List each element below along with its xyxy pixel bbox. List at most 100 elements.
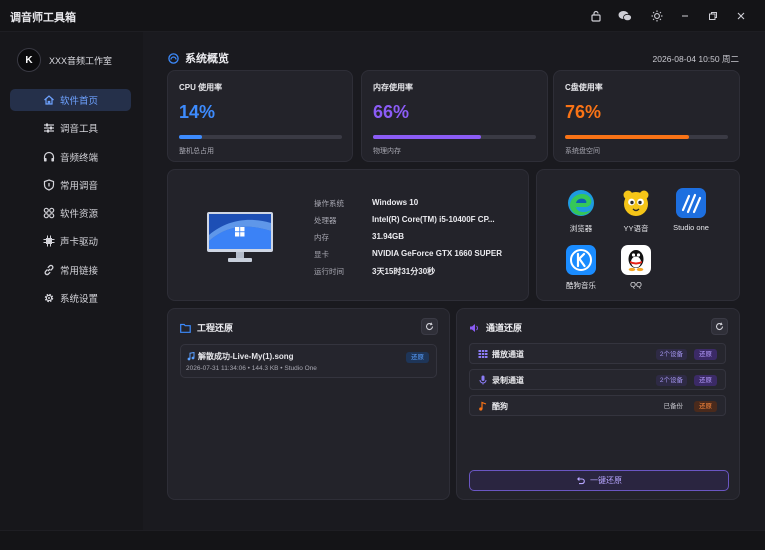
edge-browser-icon [566, 188, 596, 218]
cpu-progress-fill [179, 135, 202, 139]
app-yy-voice[interactable]: YY语音 [606, 188, 666, 234]
monitor-illustration [207, 212, 273, 262]
restore-all-label: 一键还原 [590, 476, 622, 485]
app-qq[interactable]: QQ [606, 245, 666, 289]
disk-progress-fill [565, 135, 689, 139]
sidebar-item-tuning-tools[interactable]: 调音工具 [10, 117, 131, 139]
yy-voice-icon [621, 188, 651, 218]
channel-row-recording[interactable]: 录制通道 2个设备 还原 [469, 369, 726, 390]
channel-backup-badge: 已备份 [663, 403, 684, 410]
minimize-icon[interactable] [676, 7, 694, 25]
panel-title-text: 通道还原 [486, 323, 523, 333]
disk-progress-bar [565, 135, 728, 139]
sidebar: K XXX音频工作室 软件首页 调音工具 音频终端 常用调音 软件资源 声卡驱动… [0, 32, 143, 530]
undo-icon [576, 477, 585, 485]
sidebar-nav: 软件首页 调音工具 音频终端 常用调音 软件资源 声卡驱动 常用链接 系统设置 [10, 89, 131, 315]
project-file-row[interactable]: 解散成功-Live-My(1).song 2026-07-31 11:34:06… [180, 344, 437, 378]
stat-label: 内存使用率 [373, 83, 413, 92]
close-icon[interactable] [732, 7, 750, 25]
sidebar-item-software-resources[interactable]: 软件资源 [10, 202, 131, 224]
studio-one-icon [676, 188, 706, 218]
channel-restore-title: 通道还原 [469, 321, 522, 334]
sidebar-item-common-tuning[interactable]: 常用调音 [10, 174, 131, 196]
project-refresh-button[interactable] [421, 318, 438, 335]
channel-name: 播放通道 [492, 350, 524, 359]
spec-key: 显卡 [314, 250, 329, 259]
stat-subtitle: 系统盘空间 [565, 148, 600, 155]
link-icon [44, 264, 54, 275]
sidebar-item-home[interactable]: 软件首页 [10, 89, 131, 111]
channel-row-kugou[interactable]: 酷狗 已备份 还原 [469, 395, 726, 416]
grid-icon [43, 207, 55, 219]
spec-key: 操作系统 [314, 199, 344, 208]
stat-subtitle: 物理内存 [373, 148, 401, 155]
shield-icon [43, 179, 55, 191]
project-restore-title: 工程还原 [180, 321, 233, 334]
stat-value: 76% [565, 102, 602, 122]
sidebar-item-sound-card-driver[interactable]: 声卡驱动 [10, 230, 131, 252]
brand: K XXX音频工作室 [17, 48, 112, 72]
channel-name: 录制通道 [492, 376, 524, 385]
cpu-usage-card: CPU 使用率 14% 整机总占用 [167, 70, 353, 162]
kugou-icon [566, 245, 596, 275]
project-restore-panel: 工程还原 解散成功-Live-My(1).song 2026-07-31 11:… [167, 308, 450, 500]
brand-name: XXX音频工作室 [49, 55, 113, 66]
stat-value: 14% [179, 102, 216, 122]
project-restore-button[interactable]: 还原 [406, 352, 429, 363]
memory-progress-bar [373, 135, 536, 139]
stat-label: CPU 使用率 [179, 83, 223, 92]
spec-key: 运行时间 [314, 267, 344, 276]
main-content: 系统概览 2026-08-04 10:50 周二 CPU 使用率 14% 整机总… [143, 32, 765, 530]
logo-letter: K [25, 54, 33, 66]
app-kugou[interactable]: 酷狗音乐 [551, 245, 611, 291]
lock-icon[interactable] [587, 7, 605, 25]
qq-penguin-icon [621, 245, 651, 275]
app-studio-one[interactable]: Studio one [661, 188, 721, 232]
cpu-progress-bar [179, 135, 342, 139]
restore-all-button[interactable]: 一键还原 [469, 470, 729, 491]
apps-card: 浏览器 YY语音 Studio one 酷狗音乐 QQ [536, 169, 740, 301]
channel-restore-panel: 通道还原 播放通道 2个设备 还原 录制通道 2个设备 还原 酷狗 已备份 还原… [456, 308, 740, 500]
app-browser[interactable]: 浏览器 [551, 188, 611, 234]
sidebar-item-label: 常用调音 [60, 180, 99, 192]
music-note-icon [479, 401, 487, 411]
spec-value: Windows 10 [372, 198, 419, 207]
restore-window-icon[interactable] [704, 7, 722, 25]
app-name: 浏览器 [569, 224, 593, 233]
disk-usage-card: C盘使用率 76% 系统盘空间 [553, 70, 740, 162]
memory-usage-card: 内存使用率 66% 物理内存 [361, 70, 548, 162]
spec-value: 3天15时31分30秒 [372, 267, 436, 276]
spec-key: 处理器 [314, 216, 337, 225]
overview-title: 系统概览 [168, 50, 229, 66]
app-name: QQ [630, 280, 642, 289]
theme-sun-icon[interactable] [648, 7, 666, 25]
folder-icon [180, 323, 191, 333]
sidebar-item-label: 系统设置 [60, 294, 99, 306]
sidebar-item-audio-terminal[interactable]: 音频终端 [10, 146, 131, 168]
sidebar-item-common-links[interactable]: 常用链接 [10, 259, 131, 281]
sidebar-item-label: 软件首页 [60, 96, 99, 107]
wechat-icon[interactable] [616, 7, 634, 25]
channel-refresh-button[interactable] [711, 318, 728, 335]
spec-value: 31.94GB [372, 232, 405, 241]
channel-restore-button[interactable]: 还原 [694, 349, 717, 360]
project-file-meta: 2026-07-31 11:34:06 • 144.3 KB • Studio … [186, 365, 317, 372]
sidebar-item-system-settings[interactable]: 系统设置 [10, 287, 131, 309]
overview-title-text: 系统概览 [185, 53, 229, 65]
sidebar-item-label: 音频终端 [60, 152, 99, 164]
app-name: 酷狗音乐 [566, 281, 596, 290]
channel-row-playback[interactable]: 播放通道 2个设备 还原 [469, 343, 726, 364]
chip-icon [43, 235, 55, 247]
system-info-card: 操作系统 Windows 10 处理器 Intel(R) Core(TM) i5… [167, 169, 529, 301]
sidebar-item-label: 常用链接 [60, 265, 99, 277]
playback-grid-icon [478, 350, 488, 358]
dashboard-icon [168, 52, 179, 64]
spec-value: NVIDIA GeForce GTX 1660 SUPER [372, 249, 502, 258]
microphone-icon [479, 375, 487, 385]
sidebar-item-label: 声卡驱动 [60, 237, 99, 249]
channel-restore-button[interactable]: 还原 [694, 401, 717, 412]
refresh-icon [715, 322, 724, 330]
title-bar: 调音师工具箱 [0, 0, 765, 32]
spec-value: Intel(R) Core(TM) i5-10400F CP... [372, 215, 495, 224]
channel-restore-button[interactable]: 还原 [694, 375, 717, 386]
